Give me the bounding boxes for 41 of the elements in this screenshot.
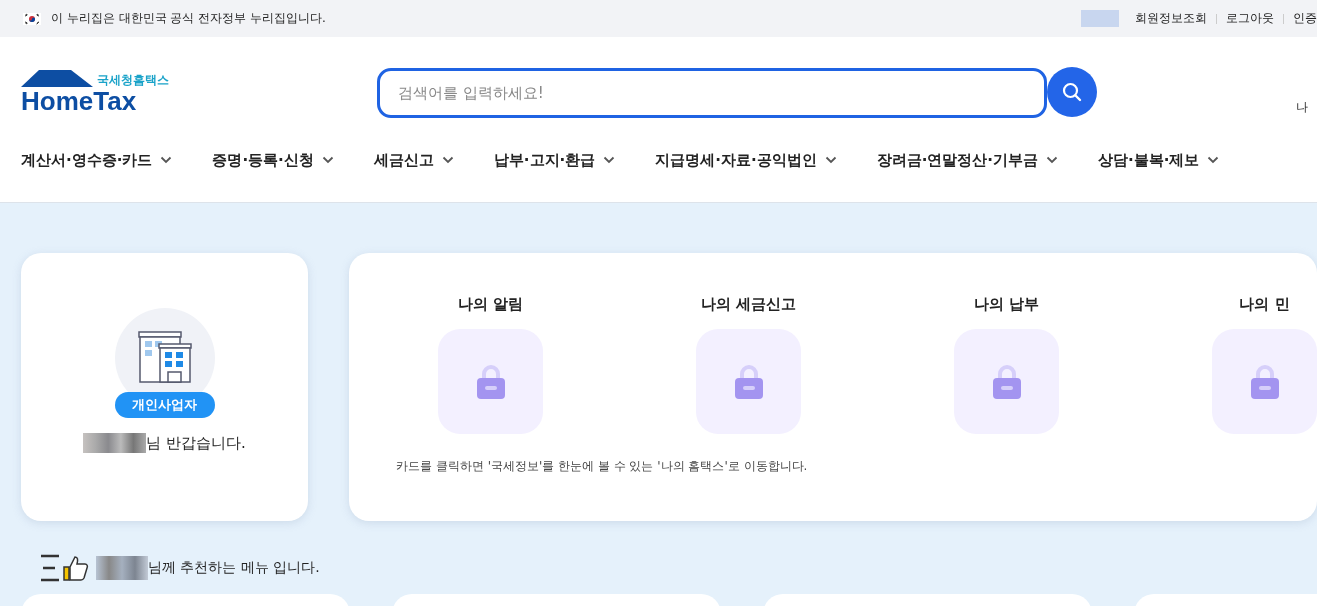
logo[interactable]: 국세청홈택스 HomeTax [21, 69, 171, 115]
recommend-text: 님께 추천하는 메뉴 입니다. [148, 559, 320, 577]
nav-menu-item[interactable]: 상담·불복·제보 [1098, 150, 1220, 170]
search-field[interactable]: 검색어를 입력하세요! [377, 68, 1047, 118]
redacted-name [96, 556, 148, 580]
chevron-down-icon [160, 156, 173, 164]
gov-notice: 이 누리집은 대한민국 공식 전자정부 누리집입니다. [51, 10, 326, 27]
my-card-tile[interactable] [696, 329, 801, 434]
top-link[interactable]: 회원정보조회 [1135, 10, 1207, 27]
redacted-name [83, 433, 147, 453]
card-title: 나의 알림 [457, 295, 524, 315]
my-card-tile[interactable] [954, 329, 1059, 434]
my-card-tile[interactable] [438, 329, 543, 434]
chevron-down-icon [441, 156, 454, 164]
hint-text: 카드를 클릭하면 '국세정보'를 한눈에 볼 수 있는 '나의 홈택스'로 이동합니다. [396, 458, 809, 475]
chevron-down-icon [603, 156, 616, 164]
nav-menu-item[interactable]: 증명·등록·신청 [212, 150, 334, 170]
nav-menu-item[interactable]: 지급명세·자료·공익법인 [655, 150, 837, 170]
building-icon [136, 330, 193, 384]
search-icon [1060, 80, 1084, 104]
my-card-tile[interactable] [1212, 329, 1317, 434]
chevron-down-icon [1046, 156, 1059, 164]
thumbs-up-menu-icon [40, 554, 90, 582]
side-text: 나 [1296, 98, 1308, 116]
search-button[interactable] [1047, 67, 1097, 117]
redacted-name [1081, 10, 1119, 27]
chevron-down-icon [1207, 156, 1220, 164]
chevron-down-icon [321, 156, 334, 164]
chevron-down-icon [824, 156, 837, 164]
nav-menu-item[interactable]: 계산서·영수증·카드 [21, 150, 173, 170]
nav-menu-item[interactable]: 세금신고 [373, 150, 454, 170]
top-link[interactable]: 로그아웃 [1226, 10, 1274, 27]
nav-menu-item[interactable]: 납부·고지·환급 [493, 150, 616, 170]
type-badge: 개인사업자 [114, 392, 215, 418]
top-link[interactable]: 인증 [1293, 10, 1317, 27]
card-title: 나의 민 [1239, 295, 1290, 315]
card-title: 나의 세금신고 [700, 295, 797, 315]
flag-icon [23, 12, 41, 25]
card-title: 나의 납부 [973, 295, 1040, 315]
greeting-text: 님 반갑습니다. [146, 433, 246, 453]
nav-menu-item[interactable]: 장려금·연말정산·기부금 [876, 150, 1059, 170]
